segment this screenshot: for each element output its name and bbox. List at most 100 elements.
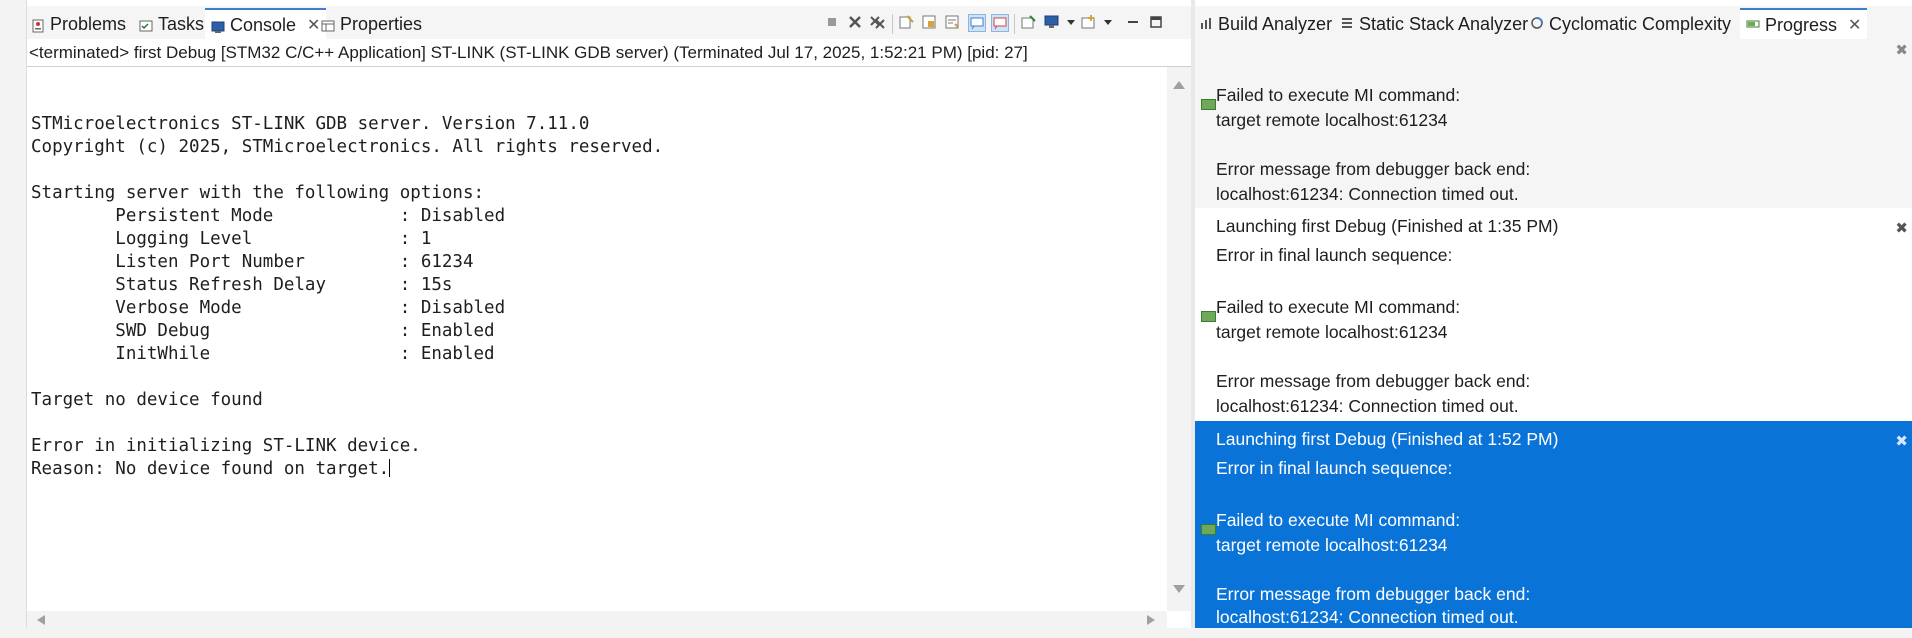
build-analyzer-icon: [1199, 14, 1213, 35]
launch-progress-icon: [1201, 311, 1216, 322]
console-line-text: Reason: No device found on target.: [31, 459, 390, 479]
entry-error-message: localhost:61234: Connection timed out.: [1216, 396, 1519, 416]
console-line: Listen Port Number : 61234: [31, 252, 474, 272]
dropdown-icon[interactable]: [1100, 14, 1116, 30]
entry-error-message: localhost:61234: Connection timed out.: [1216, 607, 1519, 627]
console-icon: [211, 18, 225, 33]
console-line: Target no device found: [31, 390, 263, 410]
entry-title: Launching first Debug (Finished at 1:35 …: [1216, 216, 1559, 236]
minimize-icon[interactable]: [1125, 14, 1141, 30]
tab-cyclomatic-label: Cyclomatic Complexity: [1549, 13, 1732, 34]
launch-progress-icon: [1201, 99, 1216, 110]
tab-problems[interactable]: Problems: [31, 10, 126, 38]
launch-progress-icon: [1201, 524, 1216, 535]
console-tabbar: Problems Tasks Console ✕ Properties: [27, 6, 1191, 40]
left-gutter: [0, 0, 27, 638]
vertical-scrollbar[interactable]: [1167, 67, 1191, 611]
progress-panel: Build Analyzer Static Stack Analyzer Cyc…: [1195, 6, 1912, 628]
properties-icon: [321, 17, 335, 32]
progress-entry-selected[interactable]: Launching first Debug (Finished at 1:52 …: [1195, 421, 1912, 628]
toolbar-separator: [892, 14, 893, 34]
remove-entry-icon[interactable]: ✖: [1895, 216, 1908, 241]
progress-toolbar: ✖: [1195, 39, 1912, 61]
display-selected-console-icon[interactable]: [1044, 14, 1060, 30]
console-line: InitWhile : Enabled: [31, 344, 495, 364]
remove-all-finished-icon[interactable]: ✖: [1895, 41, 1908, 59]
scroll-right-icon[interactable]: [1147, 615, 1155, 625]
progress-entry[interactable]: Failed to execute MI command: target rem…: [1195, 61, 1912, 208]
scroll-left-icon[interactable]: [37, 615, 45, 625]
remove-entry-icon[interactable]: ✖: [1895, 429, 1908, 454]
tab-console-label: Console: [230, 14, 297, 35]
progress-tabbar: Build Analyzer Static Stack Analyzer Cyc…: [1195, 6, 1912, 40]
tab-problems-label: Problems: [50, 13, 127, 34]
text-cursor: [389, 459, 391, 477]
tasks-icon: [139, 17, 153, 32]
maximize-icon[interactable]: [1148, 14, 1164, 30]
static-stack-icon: [1340, 14, 1354, 35]
terminate-icon[interactable]: [824, 14, 840, 30]
remove-all-icon[interactable]: [870, 14, 886, 30]
tab-cyclomatic-complexity[interactable]: Cyclomatic Complexity: [1530, 10, 1731, 38]
console-line: Copyright (c) 2025, STMicroelectronics. …: [31, 137, 664, 157]
entry-mi-command: target remote localhost:61234: [1216, 535, 1448, 555]
tab-tasks-label: Tasks: [158, 13, 205, 34]
entry-mi-failed: Failed to execute MI command:: [1216, 510, 1461, 530]
entry-mi-failed: Failed to execute MI command:: [1216, 297, 1461, 317]
tab-console[interactable]: Console ✕: [205, 8, 327, 40]
word-wrap-icon[interactable]: [945, 14, 961, 30]
entry-mi-command: target remote localhost:61234: [1216, 322, 1448, 342]
horizontal-scrollbar[interactable]: [27, 611, 1167, 628]
tab-properties[interactable]: Properties: [321, 10, 422, 38]
dropdown-icon[interactable]: [1063, 14, 1079, 30]
entry-error-message: localhost:61234: Connection timed out.: [1216, 184, 1519, 204]
progress-entry[interactable]: Launching first Debug (Finished at 1:35 …: [1195, 208, 1912, 421]
open-console-icon[interactable]: [1081, 14, 1097, 30]
console-line: STMicroelectronics ST-LINK GDB server. V…: [31, 114, 590, 134]
console-line: Persistent Mode : Disabled: [31, 206, 506, 226]
entry-title: Launching first Debug (Finished at 1:52 …: [1216, 429, 1559, 449]
console-line: Error in initializing ST-LINK device.: [31, 436, 421, 456]
tab-tasks[interactable]: Tasks: [139, 10, 204, 38]
pin-console-icon[interactable]: [1021, 14, 1037, 30]
console-line: Logging Level : 1: [31, 229, 432, 249]
tab-static-stack-analyzer[interactable]: Static Stack Analyzer: [1340, 10, 1528, 38]
clear-console-icon[interactable]: [899, 14, 915, 30]
entry-error-title: Error message from debugger back end:: [1216, 159, 1531, 179]
tab-build-analyzer-label: Build Analyzer: [1218, 13, 1333, 34]
tab-progress[interactable]: Progress ✕: [1740, 8, 1868, 40]
entry-mi-command: target remote localhost:61234: [1216, 110, 1448, 130]
scroll-lock-icon[interactable]: [922, 14, 938, 30]
close-icon[interactable]: ✕: [307, 15, 320, 35]
console-panel: Problems Tasks Console ✕ Properties <ter…: [27, 6, 1193, 628]
show-on-stderr-icon[interactable]: [991, 14, 1009, 32]
console-line: Verbose Mode : Disabled: [31, 298, 506, 318]
scroll-down-icon[interactable]: [1173, 585, 1185, 593]
cyclomatic-icon: [1530, 14, 1544, 35]
console-line: SWD Debug : Enabled: [31, 321, 495, 341]
console-line-last: Reason: No device found on target.: [27, 458, 1167, 481]
close-icon[interactable]: ✕: [1848, 15, 1861, 35]
tab-build-analyzer[interactable]: Build Analyzer: [1199, 10, 1332, 38]
problems-icon: [31, 17, 45, 33]
console-line: Status Refresh Delay : 15s: [31, 275, 453, 295]
tab-properties-label: Properties: [340, 13, 423, 34]
console-line: Starting server with the following optio…: [31, 183, 485, 203]
console-output[interactable]: STMicroelectronics ST-LINK GDB server. V…: [27, 67, 1167, 611]
entry-subtitle: Error in final launch sequence:: [1216, 245, 1453, 265]
tab-static-stack-label: Static Stack Analyzer: [1359, 13, 1529, 34]
entry-mi-failed: Failed to execute MI command:: [1216, 85, 1461, 105]
entry-error-title: Error message from debugger back end:: [1216, 371, 1531, 391]
progress-icon: [1746, 15, 1760, 36]
show-on-stdout-icon[interactable]: [968, 14, 986, 32]
tab-progress-label: Progress: [1765, 14, 1838, 35]
scroll-up-icon[interactable]: [1173, 81, 1185, 89]
status-bar: [0, 628, 1912, 638]
console-status-line: <terminated> first Debug [STM32 C/C++ Ap…: [27, 40, 1193, 67]
remove-launch-icon[interactable]: [847, 14, 863, 30]
toolbar-separator: [1014, 14, 1015, 34]
